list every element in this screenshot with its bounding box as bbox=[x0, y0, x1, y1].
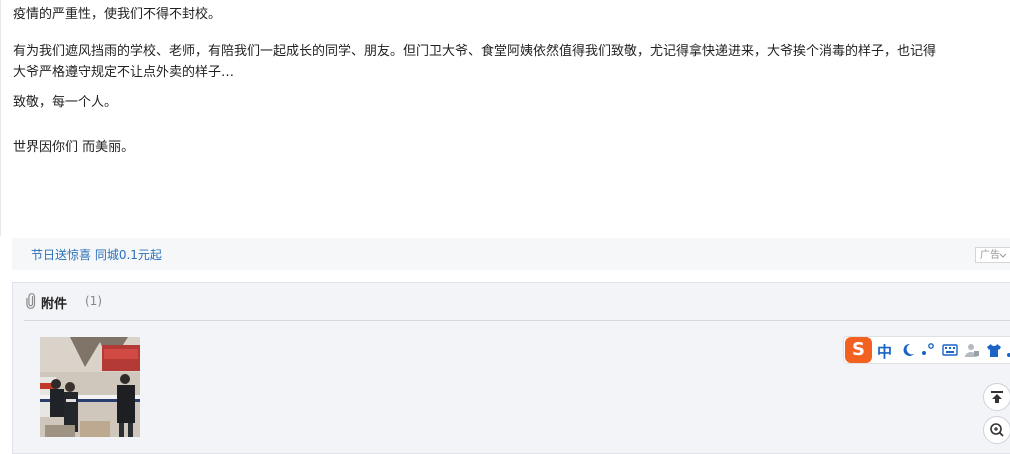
paperclip-icon bbox=[26, 293, 36, 309]
ime-toolbar[interactable]: S 中 bbox=[843, 336, 1010, 364]
ad-banner: 节日送惊喜 同城0.1元起 广告 bbox=[12, 238, 1010, 270]
user-icon[interactable] bbox=[964, 342, 980, 358]
attachments-count: (1) bbox=[85, 294, 102, 308]
post-paragraph: 有为我们遮风挡雨的学校、老师，有陪我们一起成长的同学、朋友。但门卫大爷、食堂阿姨… bbox=[13, 44, 937, 59]
keyboard-icon[interactable] bbox=[942, 342, 958, 358]
attachment-thumbnail[interactable] bbox=[40, 337, 140, 437]
photo-thumbnail bbox=[40, 337, 140, 437]
ime-language-toggle[interactable]: 中 bbox=[877, 341, 892, 362]
zoom-icon bbox=[990, 423, 1004, 437]
shirt-icon[interactable] bbox=[986, 342, 1002, 358]
post-paragraph: 世界因你们 而美丽。 bbox=[13, 140, 135, 155]
ad-tag-dropdown[interactable]: 广告 bbox=[975, 247, 1010, 263]
moon-icon[interactable] bbox=[900, 342, 916, 358]
attachments-title: 附件 bbox=[41, 297, 68, 312]
post-paragraph: 疫情的严重性，使我们不得不封校。 bbox=[13, 7, 222, 22]
post-content: 疫情的严重性，使我们不得不封校。 有为我们遮风挡雨的学校、老师，有陪我们一起成长… bbox=[0, 0, 1010, 236]
post-paragraph: 致敬，每一个人。 bbox=[13, 95, 118, 110]
back-to-top-button[interactable] bbox=[983, 383, 1010, 411]
post-paragraph: 大爷严格遵守规定不让点外卖的样子… bbox=[13, 65, 235, 80]
zoom-button[interactable] bbox=[983, 416, 1010, 444]
sogou-logo-icon[interactable]: S bbox=[845, 337, 872, 363]
ad-tag-label: 广告 bbox=[980, 250, 1000, 261]
back-to-top-icon bbox=[991, 391, 1003, 403]
attachments-panel: 附件 (1) bbox=[12, 282, 1010, 454]
ad-link[interactable]: 节日送惊喜 同城0.1元起 bbox=[31, 246, 162, 263]
punctuation-icon[interactable] bbox=[920, 342, 936, 358]
attachments-header: 附件 (1) bbox=[24, 283, 1010, 321]
chevron-down-icon bbox=[999, 253, 1007, 258]
more-icon[interactable] bbox=[1006, 342, 1010, 358]
